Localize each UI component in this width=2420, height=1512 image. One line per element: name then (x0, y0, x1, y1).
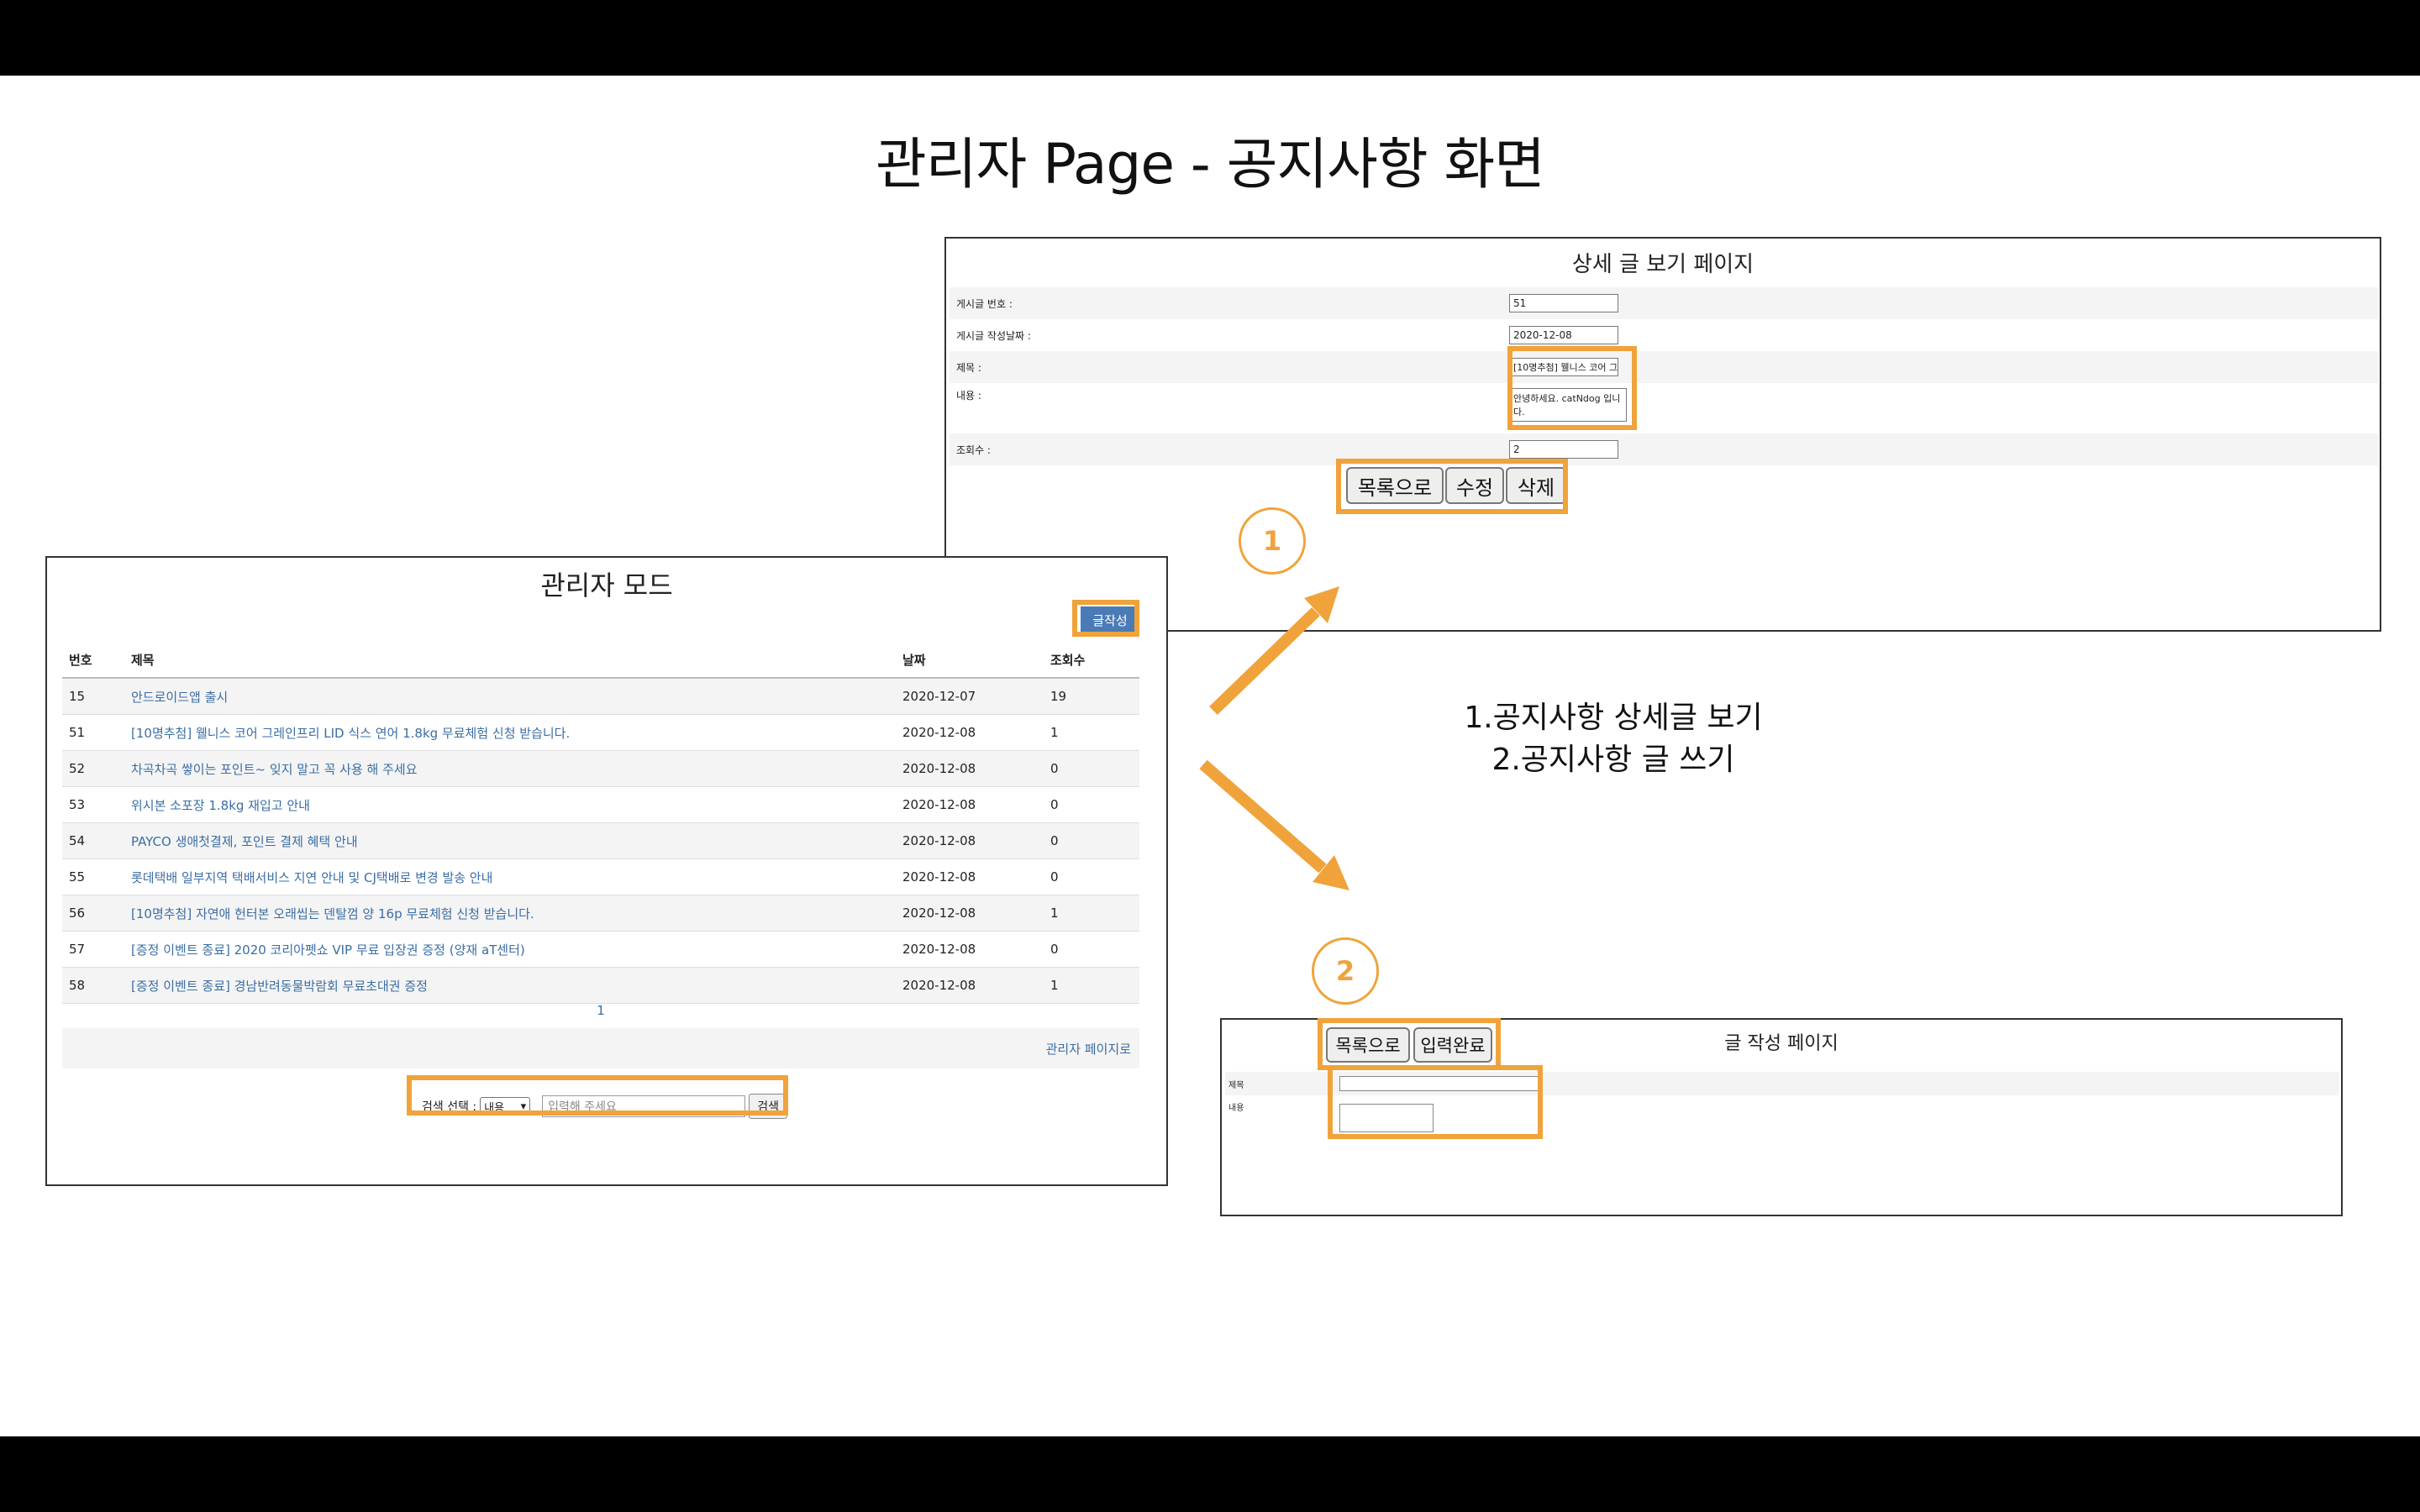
note-line-2: 2.공지사항 글 쓰기 (1491, 743, 1735, 777)
note-line-1: 1.공지사항 상세글 보기 (1464, 701, 1763, 735)
arrows-overlay (1199, 586, 1349, 890)
notes: 1.공지사항 상세글 보기 2.공지사항 글 쓰기 (1344, 697, 1882, 781)
arrow-to-detail (1209, 586, 1339, 716)
arrow-to-write (1199, 759, 1349, 890)
